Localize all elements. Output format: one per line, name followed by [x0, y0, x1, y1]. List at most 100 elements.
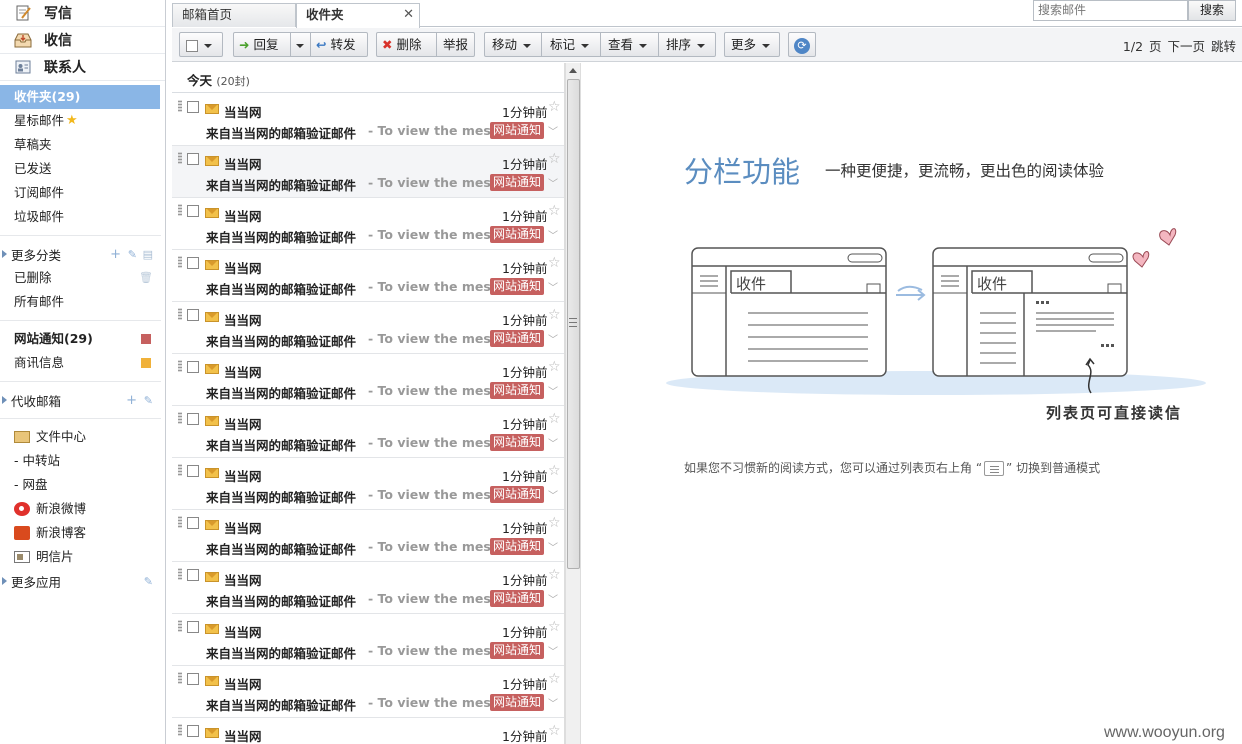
drag-handle-icon[interactable] [178, 152, 182, 164]
folder-deleted[interactable]: 已删除 🗑 [0, 266, 165, 290]
star-icon[interactable]: ☆ [548, 359, 561, 375]
row-checkbox[interactable] [187, 257, 199, 269]
star-icon[interactable]: ☆ [548, 255, 561, 271]
folder-subscriptions[interactable]: 订阅邮件 [0, 181, 165, 205]
row-checkbox[interactable] [187, 101, 199, 113]
star-icon[interactable]: ☆ [548, 99, 561, 115]
list-item[interactable]: 当当网 1分钟前☆ 来自当当网的邮箱验证邮件 - To view the messag… [172, 146, 564, 198]
close-icon[interactable]: ✕ [403, 4, 414, 26]
row-checkbox[interactable] [187, 517, 199, 529]
search-input[interactable]: 搜索邮件 [1033, 0, 1188, 21]
tab-inbox[interactable]: 收件夹 ✕ [296, 3, 420, 28]
tag-badge[interactable]: 网站通知 [490, 486, 545, 503]
select-all-dropdown[interactable] [179, 32, 223, 57]
view-dropdown[interactable]: 查看 [608, 33, 648, 56]
star-icon[interactable]: ☆ [548, 515, 561, 531]
row-checkbox[interactable] [187, 725, 199, 737]
list-item[interactable]: 当当网 1分钟前☆ 来自当当网的邮箱验证邮件 - To view the messag… [172, 302, 564, 354]
list-item[interactable]: 当当网 1分钟前☆ 来自当当网的邮箱验证邮件 - To view the messag… [172, 354, 564, 406]
tag-badge[interactable]: 网站通知 [490, 382, 545, 399]
search-button[interactable]: 搜索 [1188, 0, 1236, 21]
mark-dropdown[interactable]: 标记 [550, 33, 590, 56]
folder-spam[interactable]: 垃圾邮件 [0, 205, 165, 229]
star-icon[interactable]: ☆ [548, 463, 561, 479]
next-page-link[interactable]: 下一页 [1167, 39, 1205, 54]
folder-sent[interactable]: 已发送 [0, 157, 165, 181]
proxy-mailbox-toggle[interactable]: 代收邮箱 + ✎ [0, 388, 165, 412]
star-icon[interactable]: ☆ [548, 671, 561, 687]
star-icon[interactable]: ☆ [548, 567, 561, 583]
compose-button[interactable]: 写信 [0, 0, 165, 27]
row-checkbox[interactable] [187, 309, 199, 321]
tag-badge[interactable]: 网站通知 [490, 434, 545, 451]
chevron-down-icon[interactable]: ﹀ [548, 383, 558, 398]
chevron-down-icon[interactable]: ﹀ [548, 643, 558, 658]
star-icon[interactable]: ☆ [548, 411, 561, 427]
drag-handle-icon[interactable] [178, 308, 182, 320]
chevron-down-icon[interactable]: ﹀ [548, 331, 558, 346]
drag-handle-icon[interactable] [178, 672, 182, 684]
tag-badge[interactable]: 网站通知 [490, 226, 545, 243]
app-transfer-station[interactable]: - 中转站 [0, 449, 165, 473]
tag-business-info[interactable]: 商讯信息 [0, 351, 165, 375]
list-item[interactable]: 当当网 1分钟前☆ 来自当当网的邮箱验证邮件 - To view the messag… [172, 94, 564, 146]
edit-icon[interactable]: ✎ [144, 575, 153, 588]
refresh-button[interactable]: ⟳ [788, 32, 816, 57]
drag-handle-icon[interactable] [178, 724, 182, 736]
star-icon[interactable]: ☆ [548, 619, 561, 635]
star-icon[interactable]: ☆ [548, 723, 561, 739]
row-checkbox[interactable] [187, 413, 199, 425]
list-item[interactable]: 当当网 1分钟前☆ 来自当当网的邮箱验证邮件 - To view the messag… [172, 458, 564, 510]
folder-drafts[interactable]: 草稿夹 [0, 133, 165, 157]
row-checkbox[interactable] [187, 153, 199, 165]
app-file-center[interactable]: 文件中心 [0, 425, 165, 449]
forward-button[interactable]: ↩ 转发 [316, 33, 355, 56]
trash-icon[interactable]: 🗑 [139, 266, 153, 290]
settings-icon[interactable]: ▤ [143, 248, 153, 261]
list-item[interactable]: 当当网 1分钟前☆ 来自当当网的邮箱验证邮件 - To view the messag… [172, 562, 564, 614]
scroll-up-arrow[interactable] [569, 68, 577, 73]
tag-site-notice[interactable]: 网站通知(29) [0, 327, 165, 351]
tag-badge[interactable]: 网站通知 [490, 694, 545, 711]
add-icon[interactable]: + [126, 393, 137, 408]
tag-badge[interactable]: 网站通知 [490, 278, 545, 295]
reply-options-dropdown[interactable] [291, 33, 309, 56]
select-all-checkbox[interactable] [186, 39, 198, 52]
drag-handle-icon[interactable] [178, 204, 182, 216]
move-dropdown[interactable]: 移动 [492, 33, 532, 56]
tag-badge[interactable]: 网站通知 [490, 330, 545, 347]
chevron-down-icon[interactable]: ﹀ [548, 123, 558, 138]
app-weibo[interactable]: 新浪微博 [0, 497, 165, 521]
app-postcard[interactable]: 明信片 [0, 545, 165, 569]
drag-handle-icon[interactable] [178, 100, 182, 112]
drag-handle-icon[interactable] [178, 568, 182, 580]
list-scrollbar[interactable] [565, 63, 581, 744]
pane-resize-handle[interactable] [569, 318, 577, 327]
row-checkbox[interactable] [187, 465, 199, 477]
drag-handle-icon[interactable] [178, 464, 182, 476]
list-item[interactable]: 当当网 1分钟前☆ 来自当当网的邮箱验证邮件 - To view the messag… [172, 198, 564, 250]
tag-badge[interactable]: 网站通知 [490, 122, 545, 139]
add-icon[interactable]: + [110, 247, 121, 262]
folder-all-mail[interactable]: 所有邮件 [0, 290, 165, 314]
star-icon[interactable]: ☆ [548, 307, 561, 323]
row-checkbox[interactable] [187, 621, 199, 633]
more-categories-toggle[interactable]: 更多分类 + ✎ ▤ [0, 242, 165, 266]
list-item[interactable]: 当当网 1分钟前☆ 来自当当网的邮箱验证邮件 - To view the messag… [172, 250, 564, 302]
chevron-down-icon[interactable]: ﹀ [548, 279, 558, 294]
row-checkbox[interactable] [187, 569, 199, 581]
more-dropdown[interactable]: 更多 [724, 32, 780, 57]
list-item[interactable]: 当当网 1分钟前☆ 来自当当网的邮箱验证邮件 - To view the messag… [172, 614, 564, 666]
star-icon[interactable]: ☆ [548, 203, 561, 219]
app-blog[interactable]: 新浪博客 [0, 521, 165, 545]
edit-icon[interactable]: ✎ [144, 394, 153, 407]
row-checkbox[interactable] [187, 361, 199, 373]
chevron-down-icon[interactable]: ﹀ [548, 695, 558, 710]
list-item[interactable]: 当当网 1分钟前☆ 来自当当网的邮箱验证邮件 - To view the messag… [172, 510, 564, 562]
tag-badge[interactable]: 网站通知 [490, 642, 545, 659]
tag-badge[interactable]: 网站通知 [490, 590, 545, 607]
chevron-down-icon[interactable]: ﹀ [548, 539, 558, 554]
app-netdisk[interactable]: - 网盘 [0, 473, 165, 497]
chevron-down-icon[interactable]: ﹀ [548, 175, 558, 190]
chevron-down-icon[interactable]: ﹀ [548, 435, 558, 450]
